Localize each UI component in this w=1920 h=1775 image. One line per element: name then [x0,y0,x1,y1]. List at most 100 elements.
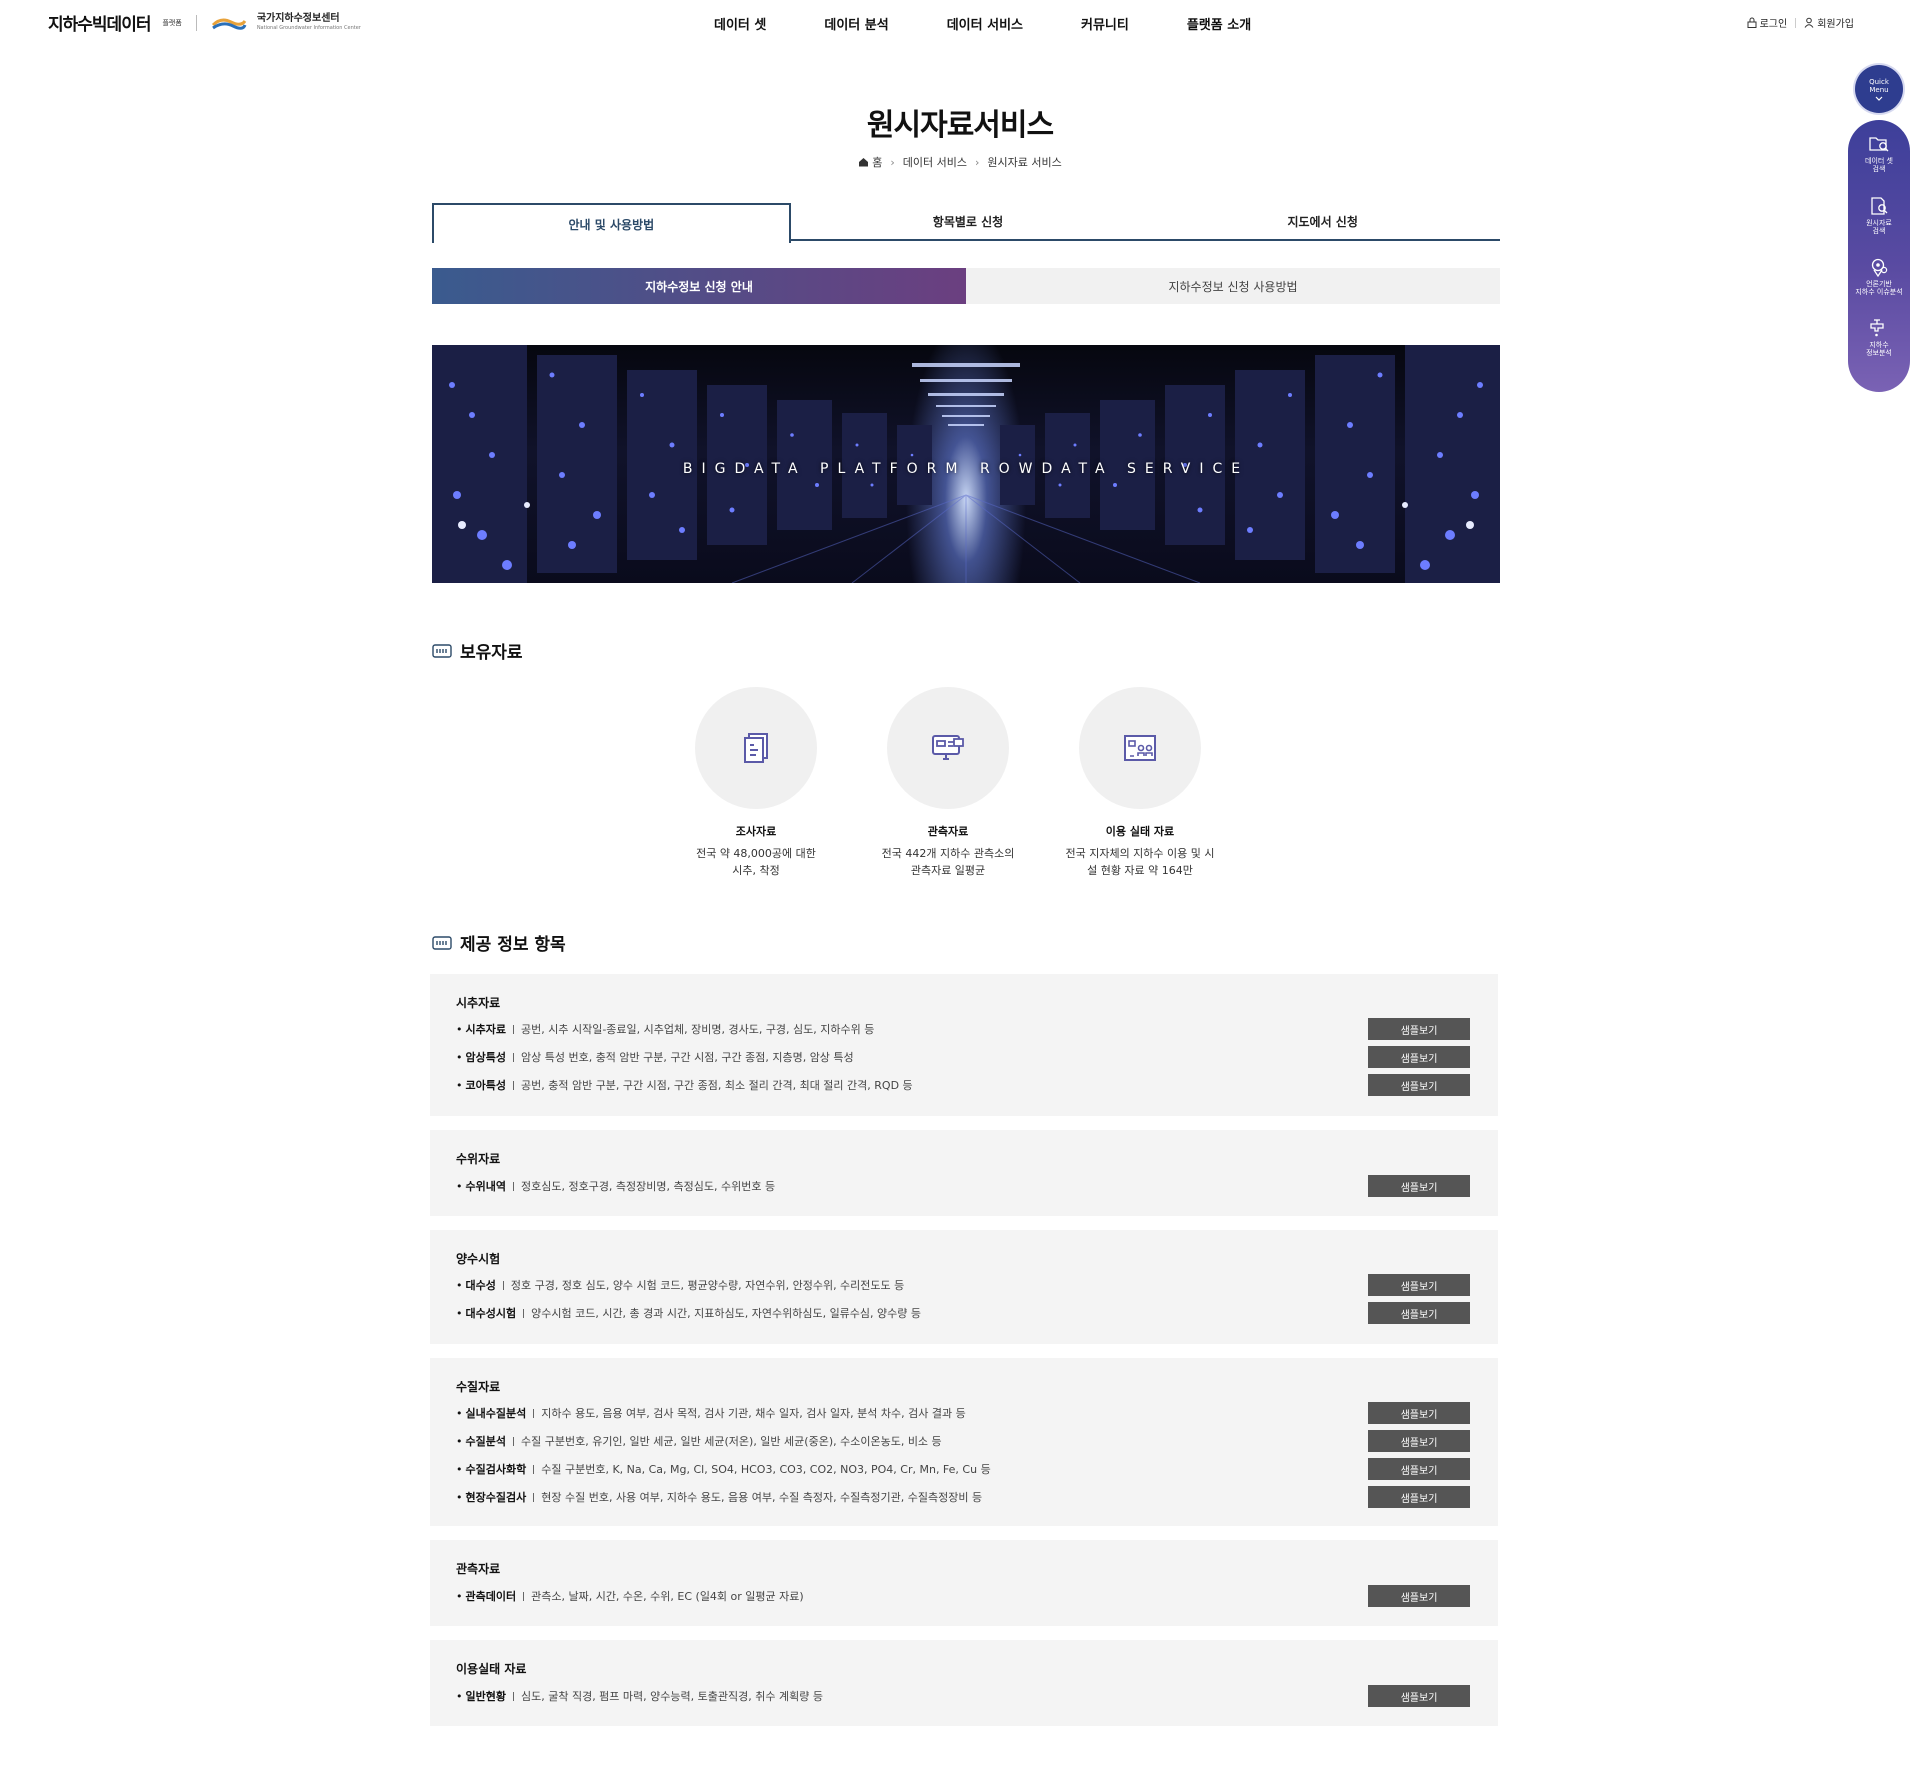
info-row: • 실내수질분석 지하수 용도, 음용 여부, 검사 목적, 검사 기관, 채수… [456,1402,1470,1424]
holding-desc-line: 전국 약 48,000공에 대한 [696,847,816,860]
holding-observation-data: 관측자료 전국 442개 지하수 관측소의 관측자료 일평균 [872,687,1024,879]
login-label: 로그인 [1759,19,1788,30]
subtab-application-guide[interactable]: 지하수정보 신청 안내 [432,268,966,304]
info-row: • 수위내역 정호심도, 정호구경, 측정장비명, 측정심도, 수위번호 등 샘… [456,1175,1470,1197]
bullet: • [456,1490,463,1504]
sample-view-button[interactable]: 샘플보기 [1368,1585,1470,1607]
util-menu: 로그인 회원가입 [1747,15,1854,30]
quick-menu-item-rawdata-search[interactable]: 원시자료 검색 [1848,196,1910,235]
info-row-desc: 양수시험 코드, 시간, 총 경과 시간, 지표하심도, 자연수위하심도, 일류… [531,1307,922,1320]
quick-menu-item-media-issue[interactable]: 언론기반 지하수 이슈분석 [1848,257,1910,296]
holdings-heading: 보유자료 [432,638,523,663]
row-divider [533,1408,535,1418]
util-divider [1795,17,1797,28]
info-group-title: 양수시험 [456,1252,501,1266]
nav-platform-intro[interactable]: 플랫폼 소개 [1187,14,1251,33]
holding-desc-line: 설 현황 자료 약 164만 [1087,864,1193,877]
site-logo[interactable]: 지하수빅데이터 플랫폼 국가지하수정보센터 National Groundwat… [48,10,361,36]
info-row: • 대수성시험 양수시험 코드, 시간, 총 경과 시간, 지표하심도, 자연수… [456,1302,1470,1324]
quick-menu-label: 검색 [1872,227,1886,235]
main-tabs: 안내 및 사용방법 항목별로 신청 지도에서 신청 [432,203,1500,243]
info-row-desc: 지하수 용도, 음용 여부, 검사 목적, 검사 기관, 채수 일자, 검사 일… [541,1407,966,1420]
sample-view-button[interactable]: 샘플보기 [1368,1175,1470,1197]
signup-link[interactable]: 회원가입 [1804,15,1854,30]
sample-view-button[interactable]: 샘플보기 [1368,1074,1470,1096]
info-group-title: 이용실태 자료 [456,1662,527,1676]
row-divider [533,1492,535,1502]
page-title: 원시자료서비스 [866,108,1054,143]
info-row: • 현장수질검사 현장 수질 번호, 사용 여부, 지하수 용도, 음용 여부,… [456,1486,1470,1508]
info-row-name: 암상특성 [465,1051,506,1064]
bullet: • [456,1278,463,1292]
info-row-desc: 현장 수질 번호, 사용 여부, 지하수 용도, 음용 여부, 수질 측정자, … [541,1491,983,1504]
sample-view-button[interactable]: 샘플보기 [1368,1685,1470,1707]
info-row-name: 대수성시험 [465,1307,517,1320]
bullet: • [456,1434,463,1448]
row-divider [523,1591,525,1601]
info-row-name: 수질분석 [465,1435,506,1448]
info-row: • 수질검사화학 수질 구분번호, K, Na, Ca, Mg, Cl, SO4… [456,1458,1470,1480]
sample-view-button[interactable]: 샘플보기 [1368,1402,1470,1424]
sample-view-button[interactable]: 샘플보기 [1368,1430,1470,1452]
user-icon [1804,17,1814,28]
sample-view-button[interactable]: 샘플보기 [1368,1046,1470,1068]
site-header: 지하수빅데이터 플랫폼 국가지하수정보센터 National Groundwat… [0,0,1920,48]
quick-menu-label: 지하수 [1869,341,1889,349]
tab-apply-on-map[interactable]: 지도에서 신청 [1145,203,1500,239]
row-divider [533,1464,535,1474]
hero-banner: BIGDATA PLATFORM ROWDATA SERVICE [432,345,1500,583]
sample-view-button[interactable]: 샘플보기 [1368,1486,1470,1508]
row-divider [512,1024,514,1034]
tab-apply-by-item[interactable]: 항목별로 신청 [791,203,1146,239]
breadcrumb-data-service[interactable]: 데이터 서비스 [903,154,967,170]
quick-menu-label: 정보분석 [1866,349,1892,357]
info-row-desc: 수질 구분번호, K, Na, Ca, Mg, Cl, SO4, HCO3, C… [541,1463,991,1476]
holding-title: 관측자료 [927,825,969,838]
row-divider [512,1052,514,1062]
info-row-desc: 암상 특성 번호, 충적 암반 구분, 구간 시점, 구간 종점, 지층명, 암… [520,1051,854,1064]
monitor-icon [932,735,964,760]
info-row-name: 일반현황 [465,1690,506,1703]
home-icon [859,158,869,167]
banner-title: BIGDATA PLATFORM ROWDATA SERVICE [682,461,1250,477]
breadcrumb: 홈 › 데이터 서비스 › 원시자료 서비스 [0,154,1920,170]
tab-guide[interactable]: 안내 및 사용방법 [432,203,791,243]
quick-menu-title-1: Quick [1869,77,1889,86]
breadcrumb-home[interactable]: 홈 [858,154,882,170]
sample-view-button[interactable]: 샘플보기 [1368,1274,1470,1296]
location-search-icon [1871,258,1888,277]
info-row-name: 현장수질검사 [465,1491,527,1504]
row-divider [512,1080,514,1090]
breadcrumb-home-label: 홈 [872,156,883,169]
provided-heading-text: 제공 정보 항목 [460,935,566,955]
nav-community[interactable]: 커뮤니티 [1081,14,1129,33]
provided-heading: 제공 정보 항목 [432,930,566,955]
login-link[interactable]: 로그인 [1747,15,1788,30]
chevron-right-icon: › [975,155,980,169]
nav-data-analysis[interactable]: 데이터 분석 [824,14,888,33]
info-row-desc: 공번, 시추 시작일-종료일, 시추업체, 장비명, 경사도, 구경, 심도, … [520,1023,875,1036]
nav-data-service[interactable]: 데이터 서비스 [947,14,1023,33]
main-nav: 데이터 셋 데이터 분석 데이터 서비스 커뮤니티 플랫폼 소개 [714,14,1309,33]
nav-dataset[interactable]: 데이터 셋 [714,14,766,33]
sample-view-button[interactable]: 샘플보기 [1368,1018,1470,1040]
lock-icon [1747,17,1757,28]
info-row: • 관측데이터 관측소, 날짜, 시간, 수온, 수위, EC (일4회 or … [456,1585,1470,1607]
holding-survey-data: 조사자료 전국 약 48,000공에 대한 시추, 착정 [680,687,832,879]
info-row: • 암상특성 암상 특성 번호, 충적 암반 구분, 구간 시점, 구간 종점,… [456,1046,1470,1068]
info-row-desc: 정호심도, 정호구경, 측정장비명, 측정심도, 수위번호 등 [520,1180,776,1193]
info-row-desc: 수질 구분번호, 유기인, 일반 세균, 일반 세균(저온), 일반 세균(중온… [520,1435,942,1448]
holding-desc-line: 시추, 착정 [732,864,780,877]
info-row-name: 수위내역 [465,1180,506,1193]
holding-icon-circle [887,687,1009,809]
keyboard-icon [432,935,452,950]
logo-sub-text: 플랫폼 [162,18,182,27]
info-row-name: 실내수질분석 [465,1407,527,1420]
document-stack-icon [744,733,768,763]
sample-view-button[interactable]: 샘플보기 [1368,1302,1470,1324]
quick-menu-item-groundwater-analysis[interactable]: 지하수 정보분석 [1848,318,1910,357]
subtab-usage-guide[interactable]: 지하수정보 신청 사용방법 [966,268,1500,304]
holding-desc: 전국 지자체의 지하수 이용 및 시 설 현황 자료 약 164만 [1065,845,1214,879]
sample-view-button[interactable]: 샘플보기 [1368,1458,1470,1480]
breadcrumb-current: 원시자료 서비스 [987,156,1062,169]
